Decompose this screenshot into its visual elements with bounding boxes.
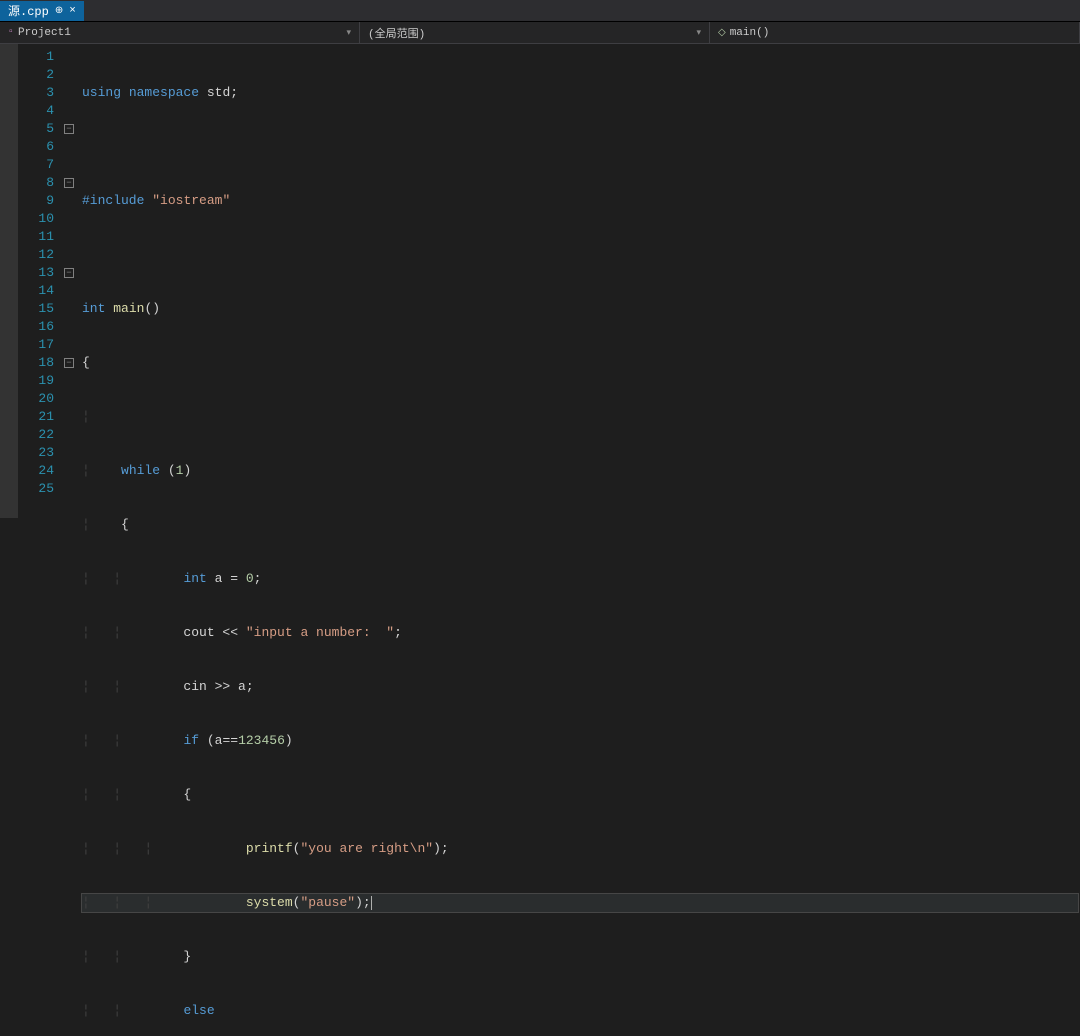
tab-bar: 源.cpp ⊕ × <box>0 0 1080 22</box>
code-line: ¦ ¦ else <box>82 1002 1080 1020</box>
function-selector[interactable]: ◇ main() <box>710 22 1080 43</box>
line-number: 3 <box>22 84 54 102</box>
line-number: 12 <box>22 246 54 264</box>
line-number: 13 <box>22 264 54 282</box>
fold-toggle[interactable]: − <box>64 268 74 278</box>
line-number: 17 <box>22 336 54 354</box>
navigation-bar: ▫ Project1 ▾ (全局范围) ▾ ◇ main() <box>0 22 1080 44</box>
line-number: 15 <box>22 300 54 318</box>
line-number: 16 <box>22 318 54 336</box>
code-line: using namespace std; <box>82 84 1080 102</box>
code-area[interactable]: using namespace std; #include "iostream"… <box>78 44 1080 518</box>
fold-toggle[interactable]: − <box>64 178 74 188</box>
function-name: main() <box>730 27 770 39</box>
line-gutter: 1 2 3 4 5 6 7 8 9 10 11 12 13 14 15 16 1… <box>18 44 64 518</box>
line-number: 1 <box>22 48 54 66</box>
pin-icon[interactable]: ⊕ <box>55 5 63 17</box>
line-number: 6 <box>22 138 54 156</box>
file-tab[interactable]: 源.cpp ⊕ × <box>0 1 84 21</box>
line-number: 24 <box>22 462 54 480</box>
line-number: 11 <box>22 228 54 246</box>
code-line: ¦ ¦ { <box>82 786 1080 804</box>
line-number: 10 <box>22 210 54 228</box>
project-selector[interactable]: ▫ Project1 ▾ <box>0 22 360 43</box>
line-number: 14 <box>22 282 54 300</box>
code-line: ¦ ¦ int a = 0; <box>82 570 1080 588</box>
chevron-down-icon: ▾ <box>346 28 351 38</box>
code-line: { <box>82 354 1080 372</box>
indicator-margin <box>0 44 18 518</box>
tab-label: 源.cpp <box>8 2 49 19</box>
line-number: 4 <box>22 102 54 120</box>
line-number: 21 <box>22 408 54 426</box>
code-line: ¦ ¦ cout << "input a number: "; <box>82 624 1080 642</box>
line-number: 5 <box>22 120 54 138</box>
code-line: ¦ ¦ } <box>82 948 1080 966</box>
fold-column: − − − − <box>64 44 78 518</box>
line-number: 8 <box>22 174 54 192</box>
scope-selector[interactable]: (全局范围) ▾ <box>360 22 710 43</box>
code-editor[interactable]: 1 2 3 4 5 6 7 8 9 10 11 12 13 14 15 16 1… <box>0 44 1080 518</box>
line-number: 2 <box>22 66 54 84</box>
scope-label: (全局范围) <box>368 25 425 41</box>
code-line <box>82 246 1080 264</box>
line-number: 22 <box>22 426 54 444</box>
line-number: 25 <box>22 480 54 498</box>
project-icon: ▫ <box>8 27 14 38</box>
line-number: 18 <box>22 354 54 372</box>
line-number: 23 <box>22 444 54 462</box>
chevron-down-icon: ▾ <box>696 28 701 38</box>
code-line: ¦ ¦ ¦ printf("you are right\n"); <box>82 840 1080 858</box>
text-cursor <box>371 896 372 910</box>
code-line: int main() <box>82 300 1080 318</box>
line-number: 7 <box>22 156 54 174</box>
fold-toggle[interactable]: − <box>64 358 74 368</box>
code-line-current: ¦ ¦ ¦ system("pause"); <box>82 894 1078 912</box>
code-line: ¦ while (1) <box>82 462 1080 480</box>
line-number: 20 <box>22 390 54 408</box>
code-line: ¦ ¦ if (a==123456) <box>82 732 1080 750</box>
code-line: ¦ { <box>82 516 1080 534</box>
function-icon: ◇ <box>718 27 726 39</box>
fold-toggle[interactable]: − <box>64 124 74 134</box>
line-number: 19 <box>22 372 54 390</box>
code-line: #include "iostream" <box>82 192 1080 210</box>
close-icon[interactable]: × <box>69 5 76 17</box>
code-line: ¦ ¦ cin >> a; <box>82 678 1080 696</box>
code-line <box>82 138 1080 156</box>
project-name: Project1 <box>18 27 71 39</box>
line-number: 9 <box>22 192 54 210</box>
code-line: ¦ <box>82 408 1080 426</box>
